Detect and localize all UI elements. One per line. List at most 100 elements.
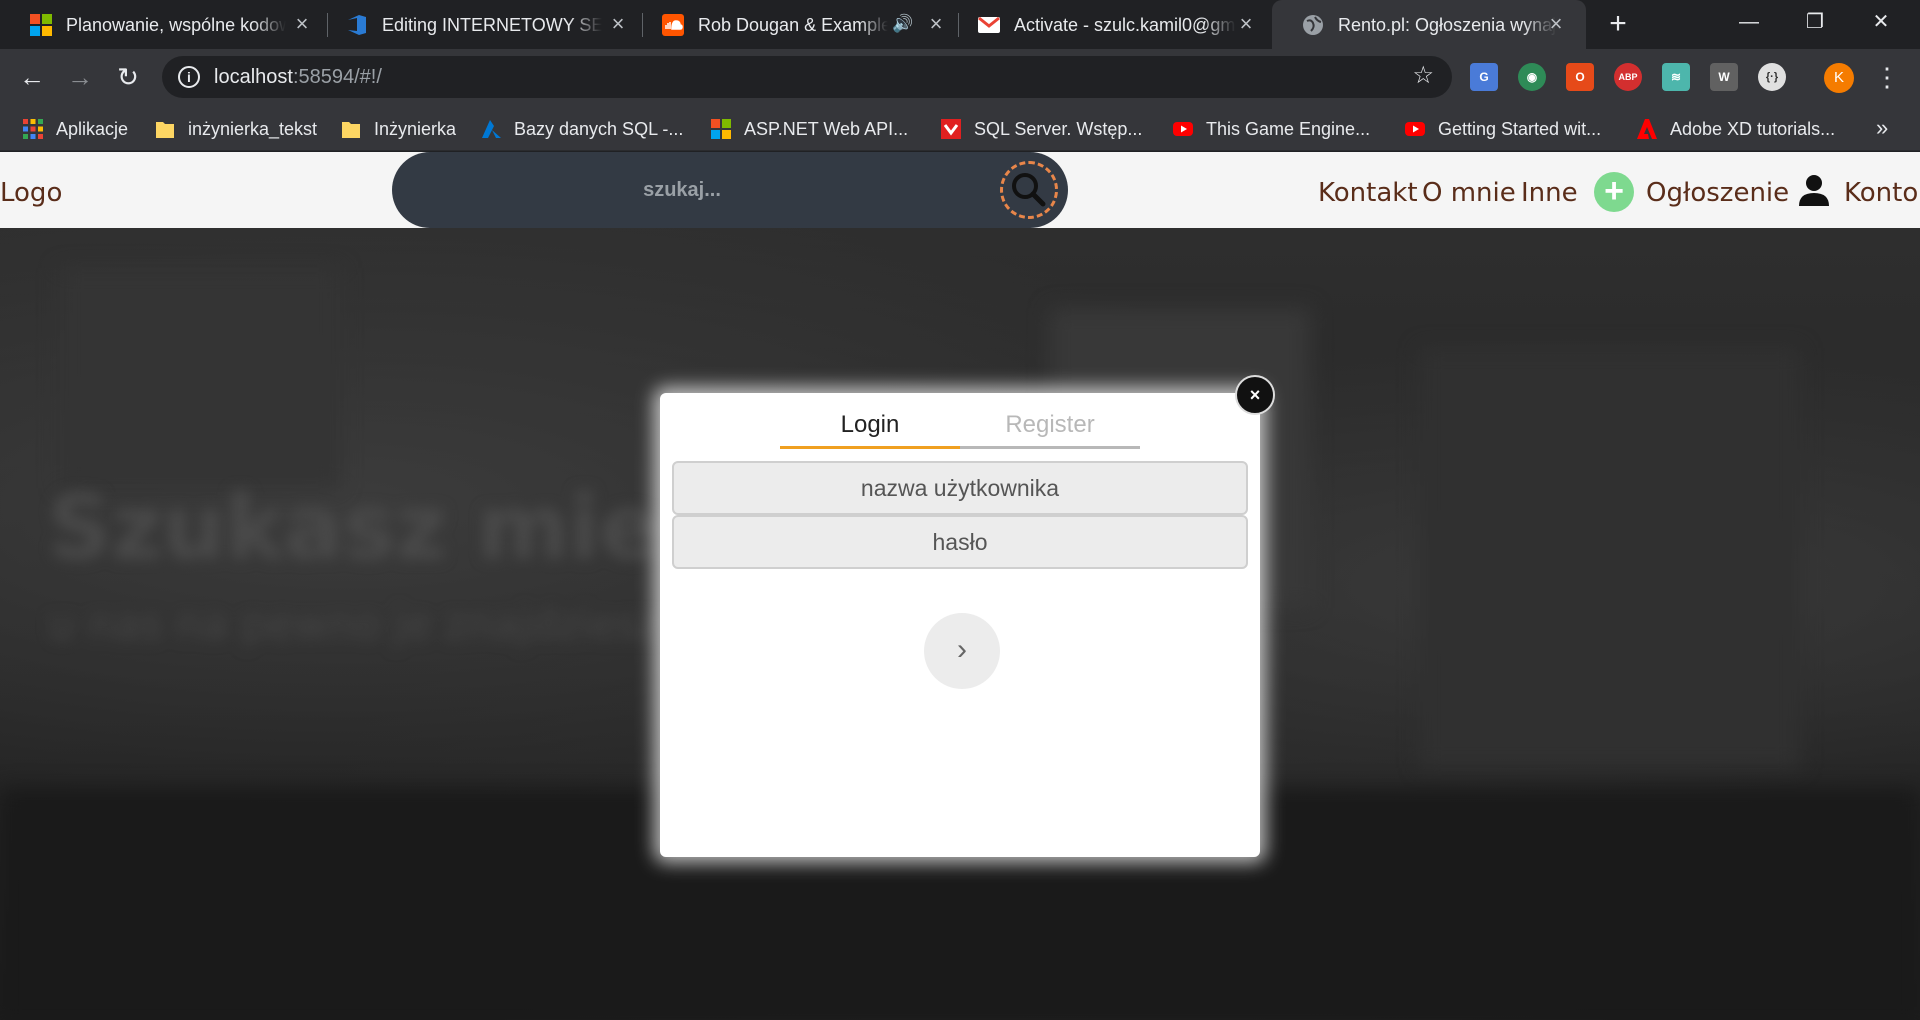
bookmark-label: Getting Started wit... <box>1438 118 1602 139</box>
browser-tab[interactable]: Planowanie, wspólne kodowanie × <box>0 0 316 49</box>
tab-title: Planowanie, wspólne kodowanie <box>66 15 286 35</box>
chevron-right-icon: › <box>957 633 967 666</box>
youtube-icon <box>1173 122 1193 136</box>
minimize-button[interactable]: — <box>1716 0 1782 44</box>
globe-icon <box>1303 15 1323 35</box>
search-input[interactable] <box>452 170 912 210</box>
tab-close-icon[interactable]: × <box>924 12 948 36</box>
bookmarks-bar: Aplikacje inżynierka_tekst Inżynierka Ba… <box>0 106 1920 151</box>
bookmark-star-icon[interactable]: ☆ <box>1412 64 1434 88</box>
bookmark-label: SQL Server. Wstęp... <box>974 118 1143 139</box>
office-icon[interactable]: O <box>1566 63 1594 91</box>
youtube-icon <box>1405 122 1425 136</box>
folder-icon <box>342 122 360 138</box>
nav-other[interactable]: Inne <box>1521 178 1578 208</box>
tab-close-icon[interactable]: × <box>290 12 314 36</box>
tab-close-icon[interactable]: × <box>1544 12 1568 36</box>
search-button[interactable] <box>1000 161 1058 219</box>
browser-tab[interactable]: Rob Dougan & Example 🔊 × <box>632 0 948 49</box>
bookmark-item[interactable]: inżynierka_tekst <box>154 116 317 142</box>
bookmark-item[interactable]: Aplikacje <box>22 116 128 142</box>
tab-close-icon[interactable]: × <box>606 12 630 36</box>
address-bar[interactable]: i localhost:58594/#!/ ☆ <box>162 56 1452 98</box>
bookmark-label: Adobe XD tutorials... <box>1670 118 1836 139</box>
tab-strip: Planowanie, wspólne kodowanie × Editing … <box>0 0 1920 49</box>
earth-icon[interactable]: ◉ <box>1518 63 1546 91</box>
bookmark-label: This Game Engine... <box>1206 118 1371 139</box>
bookmarks-overflow-button[interactable]: » <box>1876 115 1888 141</box>
bookmark-label: Bazy danych SQL -... <box>514 118 684 139</box>
tab-title: Editing INTERNETOWY SERWIS <box>382 15 602 35</box>
window-close-button[interactable]: ✕ <box>1848 0 1914 44</box>
shield-w-icon[interactable]: W <box>1710 63 1738 91</box>
adobe-icon <box>1637 119 1657 139</box>
tab-title: Activate - szulc.kamil0@gmail.com <box>1014 15 1236 35</box>
search-bar <box>392 152 1068 228</box>
microsoft-icon <box>30 14 52 36</box>
forward-arrow-icon[interactable]: → <box>64 62 96 94</box>
browser-tab-active[interactable]: Rento.pl: Ogłoszenia wynajmu × <box>1272 0 1586 49</box>
search-icon <box>1012 173 1046 207</box>
maximize-button[interactable]: ❐ <box>1782 0 1848 44</box>
login-submit-button[interactable]: › <box>924 613 1000 689</box>
bookmark-item[interactable]: ASP.NET Web API... <box>710 116 908 142</box>
url-text[interactable]: localhost:58594/#!/ <box>214 66 382 88</box>
google-translate-icon[interactable]: G <box>1470 63 1498 91</box>
bookmark-label: ASP.NET Web API... <box>744 118 909 139</box>
browser-toolbar: ← → ↻ i localhost:58594/#!/ ☆ G ◉ O ABP … <box>0 49 1920 106</box>
password-field[interactable] <box>672 515 1248 569</box>
site-logo[interactable]: Logo <box>0 178 62 208</box>
modal-close-button[interactable]: × <box>1235 375 1275 415</box>
bookmark-item[interactable]: Getting Started wit... <box>1404 116 1601 142</box>
azure-devops-icon <box>348 15 366 35</box>
speaker-icon[interactable]: 🔊 <box>892 12 914 36</box>
microsoft-icon <box>711 119 731 139</box>
tab-register[interactable]: Register <box>960 405 1140 449</box>
code-braces-icon[interactable]: {·} <box>1758 63 1786 91</box>
tab-title: Rob Dougan & Example <box>698 15 888 35</box>
nav-contact[interactable]: Kontakt <box>1318 178 1418 208</box>
hero-title: Szukasz miesz <box>48 476 763 579</box>
back-arrow-icon[interactable]: ← <box>16 62 48 94</box>
menu-kebab-icon[interactable]: ⋮ <box>1874 62 1900 92</box>
azure-icon <box>482 120 501 138</box>
site-info-icon[interactable]: i <box>178 66 200 88</box>
bookmark-label: Inżynierka <box>374 118 457 139</box>
bookmark-item[interactable]: Bazy danych SQL -... <box>480 116 683 142</box>
hero-subtitle: u nas na pewno je znajdziesz <box>48 600 661 649</box>
gmail-icon <box>978 16 1000 33</box>
tab-login[interactable]: Login <box>780 405 960 449</box>
bookmark-label: inżynierka_tekst <box>188 118 318 139</box>
audio-wave-icon[interactable]: ≋ <box>1662 63 1690 91</box>
apps-grid-icon <box>23 119 43 139</box>
tab-title: Rento.pl: Ogłoszenia wynajmu <box>1338 15 1556 35</box>
bookmark-label: Aplikacje <box>56 118 129 139</box>
profile-avatar[interactable]: K <box>1824 63 1854 93</box>
site-header: Logo Kontakt O mnie Inne + Ogłoszenie Ko… <box>0 152 1920 228</box>
bookmark-item[interactable]: SQL Server. Wstęp... <box>940 116 1142 142</box>
new-tab-button[interactable]: + <box>1602 9 1634 41</box>
nav-account[interactable]: Konto <box>1844 178 1918 208</box>
bookmark-item[interactable]: Inżynierka <box>340 116 456 142</box>
bookmark-item[interactable]: This Game Engine... <box>1172 116 1370 142</box>
browser-tab[interactable]: Activate - szulc.kamil0@gmail.com × <box>948 0 1264 49</box>
tab-close-icon[interactable]: × <box>1234 12 1258 36</box>
login-modal: Login Register › <box>660 393 1260 857</box>
username-field[interactable] <box>672 461 1248 515</box>
hero-blur-shape <box>1420 348 1800 768</box>
reload-icon[interactable]: ↻ <box>112 62 144 94</box>
page-viewport: Logo Kontakt O mnie Inne + Ogłoszenie Ko… <box>0 152 1920 1020</box>
nav-add-listing[interactable]: Ogłoszenie <box>1646 178 1789 208</box>
adblock-plus-icon[interactable]: ABP <box>1614 63 1642 91</box>
hero-blur-shape <box>60 268 340 488</box>
add-listing-plus-icon[interactable]: + <box>1594 172 1634 212</box>
url-path: :58594/#!/ <box>292 66 382 88</box>
bookmark-item[interactable]: Adobe XD tutorials... <box>1636 116 1835 142</box>
browser-tab[interactable]: Editing INTERNETOWY SERWIS × <box>316 0 632 49</box>
nav-about[interactable]: O mnie <box>1422 178 1516 208</box>
user-icon[interactable] <box>1796 172 1832 208</box>
url-host: localhost <box>214 66 293 88</box>
folder-icon <box>156 122 174 138</box>
soundcloud-icon <box>662 14 684 36</box>
wykop-icon <box>941 119 961 139</box>
